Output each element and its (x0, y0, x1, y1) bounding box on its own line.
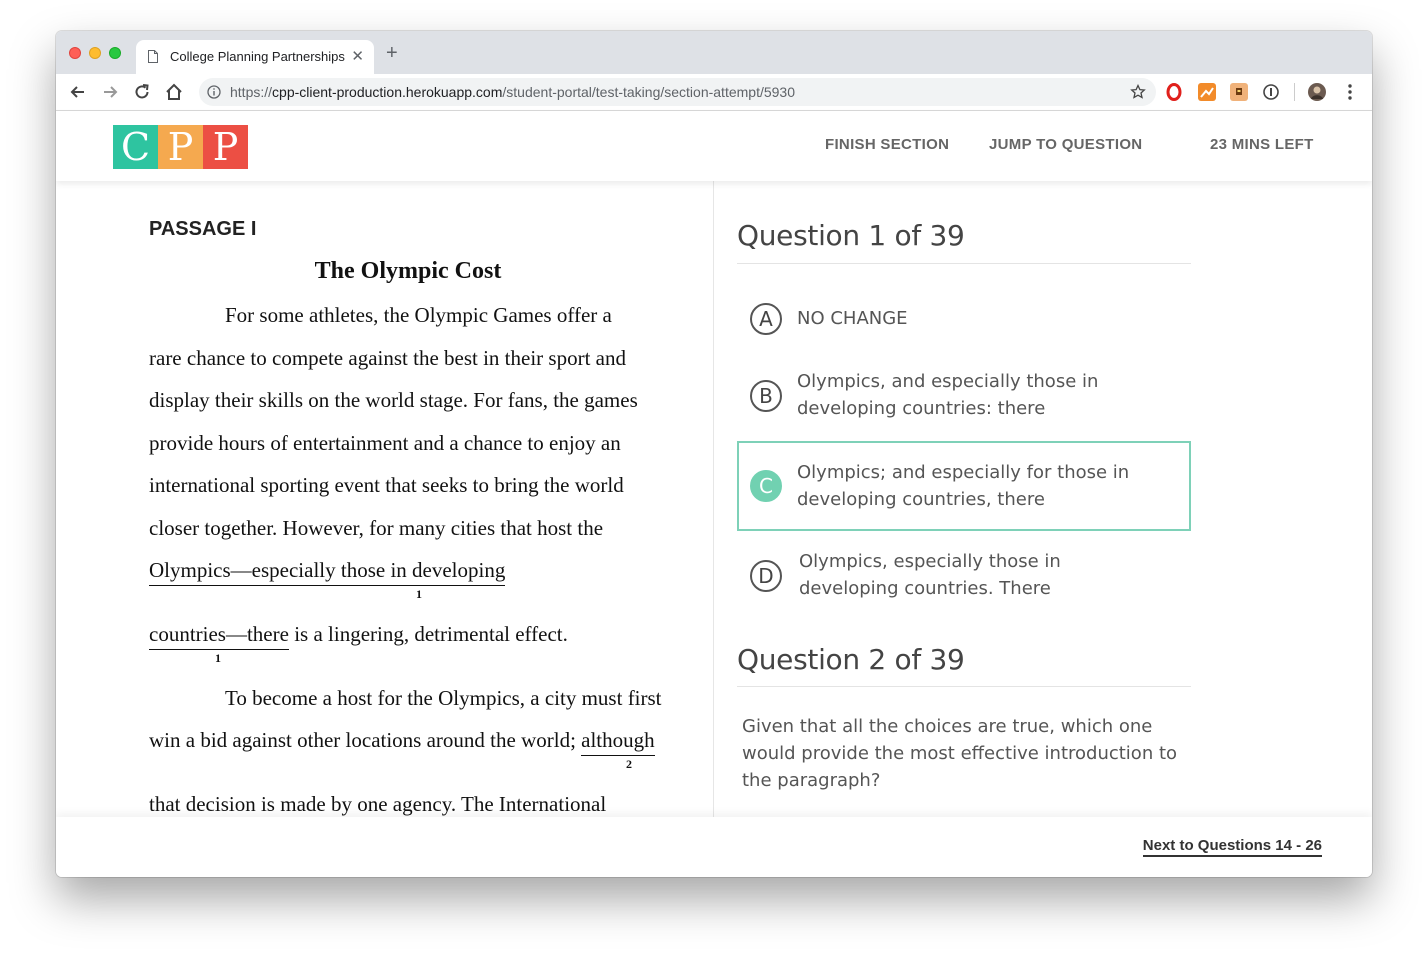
passage-text: is a lingering, detrimental effect. (288, 622, 568, 646)
minimize-window-button[interactable] (89, 47, 101, 59)
reference-number: 1 (416, 587, 422, 601)
question-2-prompt: Given that all the choices are true, whi… (742, 716, 1178, 791)
choice-a-text: NO CHANGE (797, 308, 908, 329)
choice-d[interactable]: D Olympics, especially those in developi… (737, 544, 1191, 610)
choice-a-circle: A (750, 303, 782, 335)
address-bar[interactable]: https://cpp-client-production.herokuapp.… (199, 78, 1156, 106)
passage-line: For some athletes, the Olympic Games off… (225, 303, 612, 327)
reference-number: 2 (626, 757, 632, 771)
choice-b[interactable]: B Olympics, and especially those in deve… (737, 364, 1191, 430)
questions-panel[interactable]: Question 1 of 39 A NO CHANGE B Olympics,… (737, 181, 1191, 817)
new-tab-icon[interactable]: + (386, 43, 398, 63)
opera-extension-icon[interactable] (1165, 83, 1183, 101)
underlined-portion-1[interactable]: countries—there (149, 622, 289, 650)
url-text: https://cpp-client-production.herokuapp.… (230, 84, 795, 100)
passage-line: win a bid against other locations around… (149, 728, 655, 756)
passage-line: countries—there is a lingering, detrimen… (149, 622, 568, 650)
url-scheme: https:// (230, 84, 273, 100)
page-icon (148, 50, 158, 63)
logo-letter-p1: P (158, 125, 203, 169)
underlined-portion-1[interactable]: Olympics—especially those in developing (149, 558, 506, 586)
question-1-heading: Question 1 of 39 (737, 219, 965, 252)
tab-title: College Planning Partnerships (170, 49, 345, 64)
passage-line: rare chance to compete against the best … (149, 346, 626, 370)
time-remaining: 23 MINS LEFT (1210, 136, 1314, 153)
reference-number: 1 (215, 651, 221, 665)
analytics-extension-icon[interactable] (1198, 83, 1216, 101)
choice-b-text: Olympics, and especially those in develo… (797, 371, 1099, 419)
jump-to-question-button[interactable]: JUMP TO QUESTION (989, 136, 1142, 153)
reload-icon[interactable] (132, 82, 152, 102)
browser-window: College Planning Partnerships ✕ + https:… (56, 31, 1372, 877)
question-1-rule (737, 263, 1191, 264)
underlined-portion-2[interactable]: although (581, 728, 655, 756)
passage-label: PASSAGE I (149, 218, 257, 240)
browser-tab[interactable]: College Planning Partnerships ✕ (136, 40, 374, 74)
choice-d-text: Olympics, especially those in developing… (799, 551, 1061, 599)
passage-panel[interactable]: PASSAGE I The Olympic Cost For some athl… (149, 181, 689, 817)
close-window-button[interactable] (69, 47, 81, 59)
tab-strip: College Planning Partnerships ✕ + (56, 31, 1372, 74)
passage-title: The Olympic Cost (314, 258, 502, 284)
passage-line: Olympics—especially those in developing (149, 558, 506, 586)
app-header: C P P FINISH SECTION JUMP TO QUESTION 23… (56, 111, 1372, 181)
cpp-logo[interactable]: C P P (113, 125, 248, 169)
toolbar-separator (1294, 83, 1295, 101)
logo-letter-p2: P (203, 125, 248, 169)
home-icon[interactable] (164, 82, 184, 102)
browser-toolbar: https://cpp-client-production.herokuapp.… (56, 74, 1372, 111)
passage-line: that decision is made by one agency. The… (149, 792, 607, 816)
maximize-window-button[interactable] (109, 47, 121, 59)
bookmark-star-icon[interactable] (1130, 84, 1146, 100)
choice-b-circle: B (750, 380, 782, 412)
choice-d-circle: D (750, 560, 782, 592)
choice-c-selected[interactable]: C Olympics; and especially for those in … (737, 441, 1191, 531)
passage-line: To become a host for the Olympics, a cit… (225, 686, 662, 710)
password-extension-icon[interactable] (1262, 83, 1280, 101)
next-questions-link[interactable]: Next to Questions 14 - 26 (1142, 837, 1322, 857)
choice-c-circle: C (750, 470, 782, 502)
passage-line: display their skills on the world stage.… (149, 388, 638, 412)
forward-arrow-icon[interactable] (100, 82, 120, 102)
question-2-heading: Question 2 of 39 (737, 643, 965, 676)
passage-line: provide hours of entertainment and a cha… (149, 431, 621, 455)
url-path: /student-portal/test-taking/section-atte… (502, 84, 795, 100)
close-tab-icon[interactable]: ✕ (351, 47, 364, 65)
test-content: PASSAGE I The Olympic Cost For some athl… (56, 181, 1372, 817)
finish-section-button[interactable]: FINISH SECTION (825, 136, 949, 153)
choice-c-text: Olympics; and especially for those in de… (797, 462, 1130, 510)
info-icon[interactable] (207, 85, 221, 99)
panel-divider (713, 181, 714, 817)
back-arrow-icon[interactable] (68, 82, 88, 102)
logo-letter-c: C (113, 125, 158, 169)
passage-line: international sporting event that seeks … (149, 473, 624, 497)
toolbox-extension-icon[interactable] (1230, 83, 1248, 101)
choice-a[interactable]: A NO CHANGE (737, 289, 1191, 349)
footer-bar: Next to Questions 14 - 26 (56, 817, 1372, 877)
passage-text: win a bid against other locations around… (149, 728, 582, 752)
url-host: cpp-client-production.herokuapp.com (272, 84, 503, 100)
question-2-rule (737, 686, 1191, 687)
menu-kebab-icon[interactable] (1340, 82, 1360, 102)
profile-avatar[interactable] (1308, 83, 1326, 101)
passage-line: closer together. However, for many citie… (149, 516, 604, 540)
